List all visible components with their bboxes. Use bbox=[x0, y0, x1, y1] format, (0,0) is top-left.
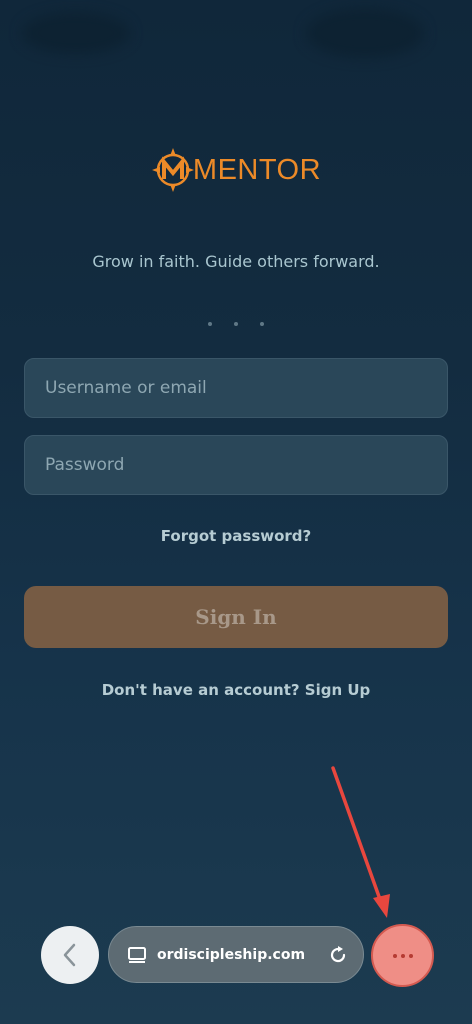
status-blur-left bbox=[22, 12, 130, 54]
more-options-button[interactable] bbox=[371, 924, 434, 987]
brand-name: MENTOR bbox=[192, 154, 322, 186]
loading-dot bbox=[208, 322, 212, 326]
more-dots-icon bbox=[400, 953, 405, 958]
status-blur-right bbox=[306, 8, 424, 58]
more-dots-icon bbox=[392, 953, 397, 958]
loading-dot bbox=[260, 322, 264, 326]
sign-in-button[interactable]: Sign In bbox=[24, 586, 448, 648]
forgot-password-link[interactable]: Forgot password? bbox=[0, 527, 472, 545]
more-dots-icon bbox=[408, 953, 413, 958]
password-input[interactable] bbox=[45, 455, 447, 475]
chevron-left-icon bbox=[63, 943, 76, 967]
loading-dot bbox=[234, 322, 238, 326]
address-bar[interactable]: ordiscipleship.com bbox=[108, 926, 364, 983]
loading-dots bbox=[0, 322, 472, 326]
reload-icon[interactable] bbox=[327, 944, 349, 966]
password-field bbox=[24, 435, 448, 495]
tagline: Grow in faith. Guide others forward. bbox=[92, 252, 380, 271]
url-text[interactable]: ordiscipleship.com bbox=[157, 947, 327, 963]
brand-logo: MENTOR bbox=[0, 146, 472, 194]
username-input[interactable] bbox=[45, 378, 447, 398]
back-button[interactable] bbox=[41, 926, 99, 984]
username-field bbox=[24, 358, 448, 418]
compass-logo-icon bbox=[151, 148, 194, 192]
tabs-icon[interactable] bbox=[127, 945, 147, 965]
sign-up-link[interactable]: Don't have an account? Sign Up bbox=[0, 681, 472, 699]
